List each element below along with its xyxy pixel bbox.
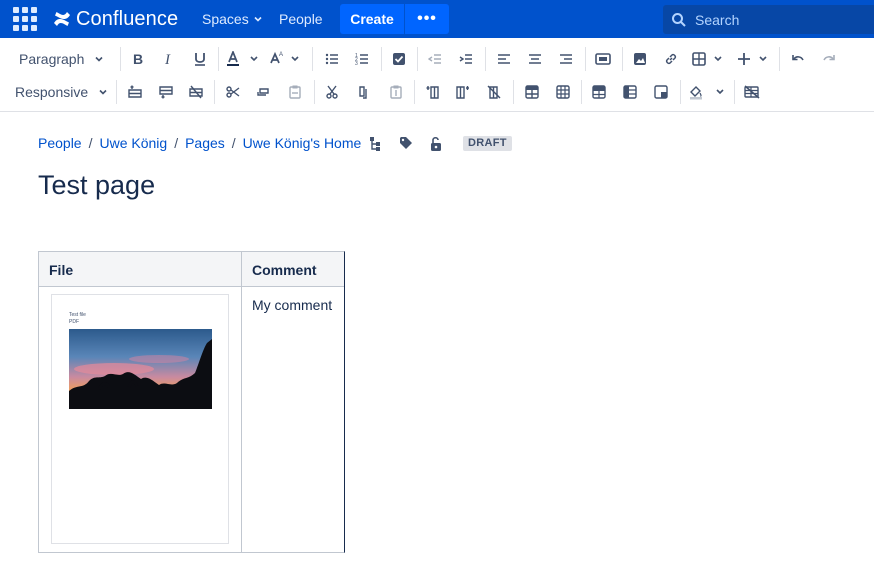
paste-row-icon[interactable] [285,78,305,106]
copy-row-icon[interactable] [254,78,274,106]
align-right-icon[interactable] [556,45,576,73]
bold-icon[interactable]: B [128,45,148,73]
table-width-dropdown[interactable]: Responsive [15,78,108,106]
search-placeholder: Search [695,11,740,28]
header-row-toggle-icon[interactable] [589,78,609,106]
draft-status-badge: DRAFT [463,136,512,151]
image-icon[interactable] [630,45,650,73]
numbered-list-icon[interactable]: 123 [352,45,372,73]
search-icon [672,12,686,27]
insert-more-icon[interactable] [737,45,773,73]
editor-toolbar: Paragraph B I A 123 Responsive [0,38,874,112]
insert-row-above-icon[interactable] [125,78,145,106]
indent-icon[interactable] [456,45,476,73]
chevron-down-icon [254,16,262,22]
page-meta-icons [369,136,459,152]
file-preview-thumbnail[interactable]: Test file PDF [51,294,229,544]
insert-column-after-icon[interactable] [453,78,473,106]
label-tag-icon[interactable] [399,136,415,152]
table-grid-icon[interactable] [553,78,573,106]
table-header-file[interactable]: File [49,262,73,278]
outdent-icon[interactable] [425,45,445,73]
highlight-cell-icon[interactable] [651,78,671,106]
preview-text-line: PDF [69,319,79,325]
app-switcher-icon[interactable] [13,7,39,31]
page-tree-icon[interactable] [369,136,385,152]
task-list-icon[interactable] [389,45,409,73]
svg-text:I: I [164,52,171,66]
redo-icon[interactable] [819,45,839,73]
header-column-toggle-icon[interactable] [620,78,640,106]
italic-icon[interactable]: I [159,45,179,73]
text-color-icon[interactable] [226,45,260,73]
spaces-menu[interactable]: Spaces [202,11,262,27]
paste-column-icon[interactable] [386,78,406,106]
delete-column-icon[interactable] [484,78,504,106]
link-icon[interactable] [661,45,681,73]
confluence-logo-icon [54,12,70,26]
undo-icon[interactable] [788,45,808,73]
sunset-photo-image [69,329,212,409]
breadcrumb-separator: / [88,135,93,151]
cut-row-icon[interactable] [223,78,243,106]
breadcrumb-home[interactable]: Uwe König's Home [243,135,362,151]
people-link[interactable]: People [279,11,323,27]
table-header-comment[interactable]: Comment [252,262,317,278]
table-header-row-icon[interactable] [522,78,542,106]
chevron-down-icon [99,89,107,95]
cell-color-icon[interactable] [688,78,728,106]
create-button[interactable]: Create [340,4,404,34]
column-divider [241,252,242,552]
underline-icon[interactable] [190,45,210,73]
breadcrumb-user[interactable]: Uwe König [99,135,167,151]
preview-text-line: Test file [69,312,86,318]
content-table: File Comment Test file PDF My comment [38,251,345,553]
restrictions-unlock-icon[interactable] [429,136,445,152]
toolbar-row-2: Responsive [0,78,874,106]
breadcrumb-pages[interactable]: Pages [185,135,225,151]
brand-name: Confluence [76,7,179,30]
page-title[interactable]: Test page [38,170,155,201]
table-insert-icon[interactable] [691,45,727,73]
svg-text:B: B [133,52,143,66]
align-center-icon[interactable] [525,45,545,73]
paragraph-style-dropdown[interactable]: Paragraph [19,45,104,73]
cut-column-icon[interactable] [322,78,342,106]
paragraph-style-label: Paragraph [19,51,85,67]
create-more-button[interactable]: ••• [405,4,449,34]
table-width-label: Responsive [15,84,89,100]
top-navigation: Confluence Spaces People Create ••• Sear… [0,0,874,38]
bullet-list-icon[interactable] [322,45,342,73]
delete-row-icon[interactable] [186,78,206,106]
chevron-down-icon [95,56,103,62]
search-input[interactable]: Search [663,5,874,34]
insert-column-before-icon[interactable] [423,78,443,106]
toolbar-row-1: Paragraph B I A 123 [0,45,874,73]
svg-text:3: 3 [355,61,358,66]
more-formatting-icon[interactable]: A [268,45,304,73]
breadcrumb-separator: / [231,135,236,151]
breadcrumb: People / Uwe König / Pages / Uwe König's… [38,135,361,151]
align-left-icon[interactable] [494,45,514,73]
breadcrumb-people[interactable]: People [38,135,82,151]
comment-cell[interactable]: My comment [252,297,332,313]
svg-text:A: A [279,52,283,58]
breadcrumb-separator: / [174,135,179,151]
insert-row-below-icon[interactable] [156,78,176,106]
spaces-label: Spaces [202,11,249,27]
copy-column-icon[interactable] [353,78,373,106]
confluence-logo[interactable]: Confluence [53,8,178,30]
remove-table-icon[interactable] [742,78,762,106]
layouts-icon[interactable] [593,45,613,73]
